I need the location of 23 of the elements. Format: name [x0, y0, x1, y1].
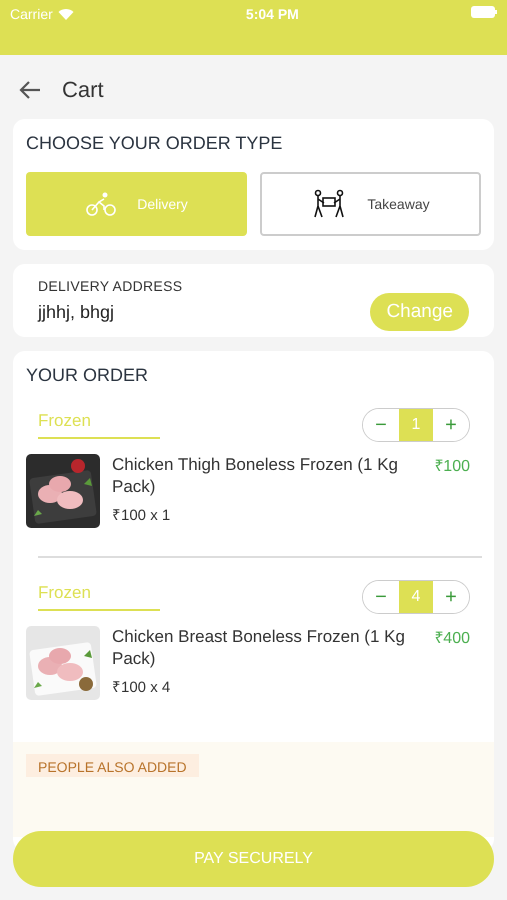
order-type-option[interactable]: Takeaway: [260, 172, 481, 236]
section-title: CHOOSE YOUR ORDER TYPE: [26, 133, 284, 154]
time-label: 5:04 PM: [246, 6, 299, 22]
address-label: DELIVERY ADDRESS: [38, 278, 182, 294]
quantity-value: 4: [399, 581, 433, 613]
wifi-icon: [58, 8, 74, 20]
quantity-value: 1: [399, 409, 433, 441]
unit-price: ₹100 x 4: [112, 678, 172, 696]
item-price: ₹100: [434, 457, 470, 477]
category-label: Frozen: [38, 411, 160, 439]
category-label: Frozen: [38, 583, 160, 611]
bicycle-icon: [85, 192, 118, 216]
page-title: Cart: [62, 77, 104, 103]
suggestions-title: PEOPLE ALSO ADDED: [26, 754, 199, 777]
unit-price: ₹100 x 1: [112, 506, 172, 524]
product-name: Chicken Breast Boneless Frozen (1 Kg Pack): [112, 626, 406, 670]
section-title: YOUR ORDER: [26, 365, 150, 386]
carrier-label: Carrier: [10, 6, 53, 22]
product-name: Chicken Thigh Boneless Frozen (1 Kg Pack): [112, 454, 400, 498]
item-price: ₹400: [434, 629, 470, 649]
battery-icon: [470, 6, 497, 18]
address-text: jjhhj, bhgj: [38, 302, 116, 323]
back-icon[interactable]: [18, 80, 42, 100]
